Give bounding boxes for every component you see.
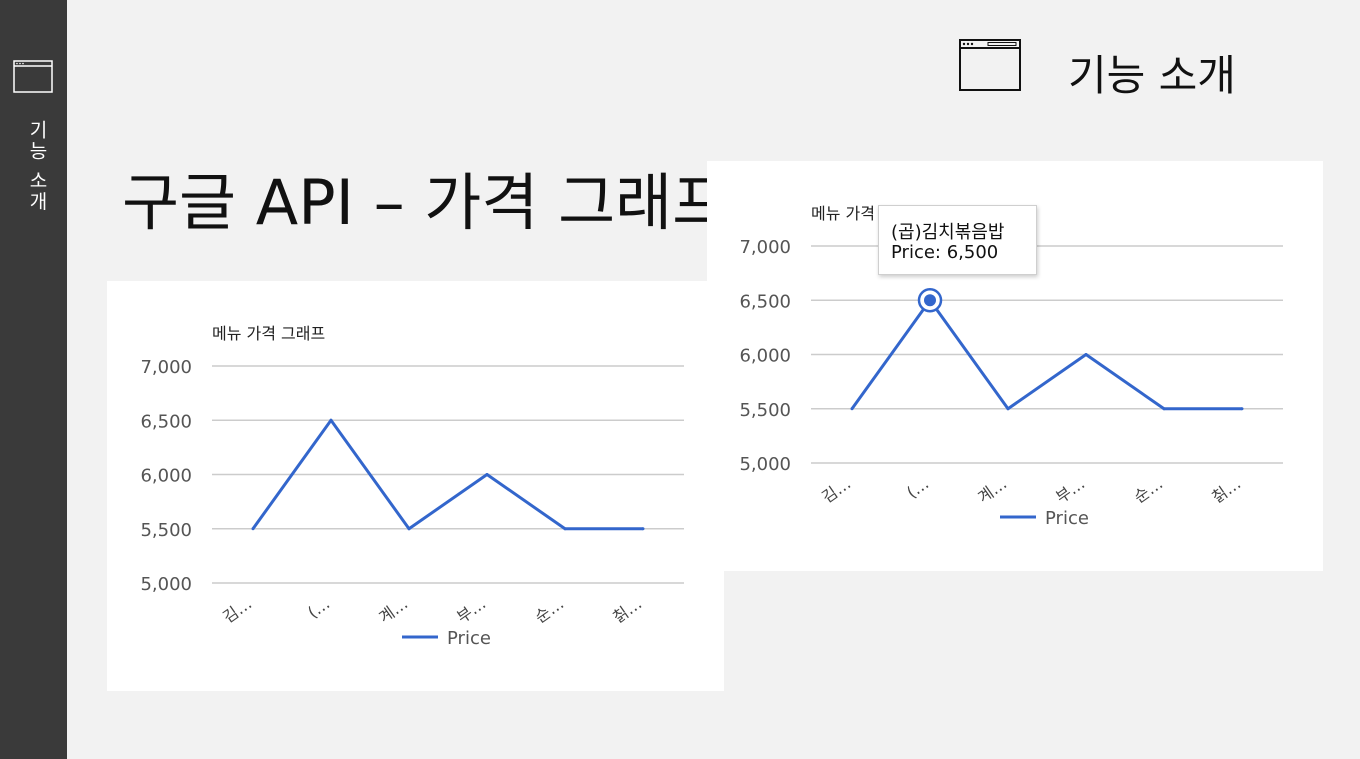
browser-window-icon [959, 39, 1021, 91]
chart-card-left: 메뉴 가격 그래프 5,000 5,500 6,000 6,500 7,000 김… (… 계…… [107, 281, 724, 691]
data-point[interactable] [1006, 407, 1010, 411]
x-tick-label: (… [304, 594, 333, 622]
chart-title: 메뉴 가격 그래프 [212, 324, 325, 343]
data-point[interactable] [1084, 353, 1088, 356]
y-tick-label: 6,000 [739, 346, 791, 367]
y-tick-label: 5,000 [140, 574, 192, 595]
y-tick-label: 7,000 [140, 357, 192, 378]
tooltip-value: Price: 6,500 [891, 242, 999, 263]
x-tick-label: 칡… [609, 594, 645, 627]
x-tick-label: 부… [453, 594, 489, 627]
highlighted-point[interactable] [924, 294, 936, 307]
data-point[interactable] [1240, 407, 1244, 411]
data-point[interactable] [485, 473, 489, 476]
data-point[interactable] [850, 407, 854, 411]
y-tick-label: 5,500 [739, 400, 791, 421]
legend-label: Price [1045, 508, 1089, 529]
x-tick-label: 계… [974, 474, 1010, 507]
data-point[interactable] [563, 527, 567, 531]
data-point[interactable] [407, 527, 411, 531]
page-title: 구글 API – 가격 그래프 [122, 166, 730, 239]
x-tick-label: 부… [1052, 474, 1088, 507]
sidebar-section-label: 기능 소개 [26, 120, 48, 213]
line-chart-left: 메뉴 가격 그래프 5,000 5,500 6,000 6,500 7,000 김… (… 계…… [140, 324, 684, 649]
x-tick-label: 계… [375, 594, 411, 627]
x-tick-label: 김… [818, 474, 854, 507]
data-point[interactable] [641, 527, 645, 531]
y-tick-label: 5,000 [739, 454, 791, 475]
y-tick-label: 5,500 [140, 520, 192, 541]
x-tick-label: 칡… [1208, 474, 1244, 507]
y-tick-label: 6,500 [140, 411, 192, 432]
x-tick-label: 순… [1130, 474, 1166, 507]
chart-tooltip: (곱)김치볶음밥 Price: 6,500 [878, 205, 1037, 275]
data-point[interactable] [1162, 407, 1166, 411]
data-point[interactable] [329, 418, 333, 422]
tooltip-title: (곱)김치볶음밥 [891, 222, 1005, 243]
x-tick-label: (… [903, 474, 932, 502]
legend-label: Price [447, 628, 491, 649]
x-tick-label: 김… [219, 594, 255, 627]
y-tick-label: 6,000 [140, 466, 192, 487]
y-tick-label: 7,000 [739, 237, 791, 258]
header-title: 기능 소개 [1068, 51, 1236, 100]
data-point[interactable] [251, 527, 255, 531]
sidebar: 기능 소개 [0, 0, 67, 759]
x-tick-label: 순… [531, 594, 567, 627]
y-tick-label: 6,500 [739, 291, 791, 312]
browser-window-icon [13, 60, 53, 93]
